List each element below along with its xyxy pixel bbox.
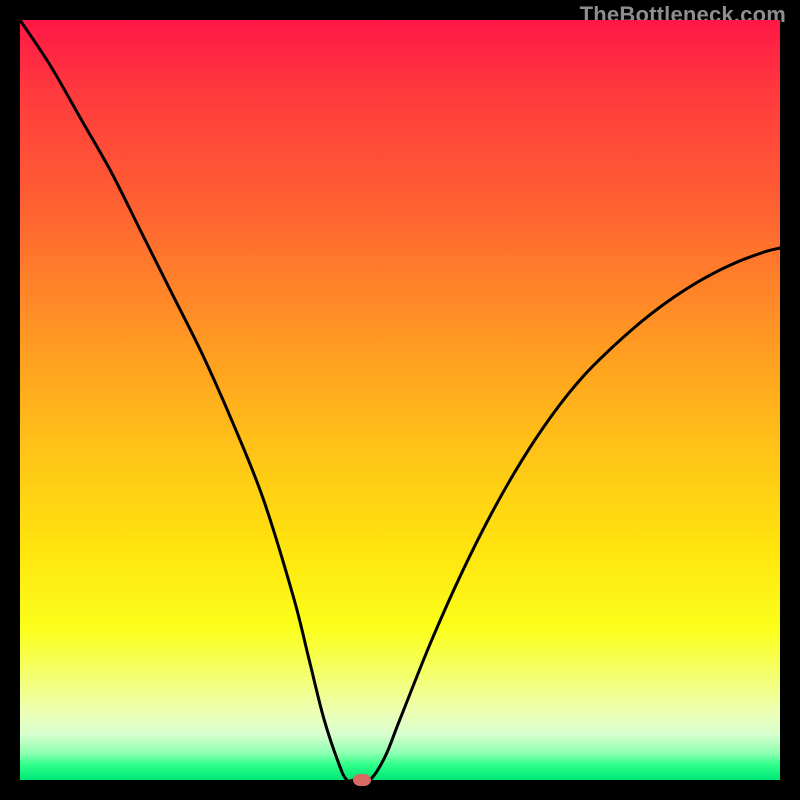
- bottleneck-curve: [20, 20, 780, 780]
- chart-frame: TheBottleneck.com: [0, 0, 800, 800]
- plot-area: [20, 20, 780, 780]
- optimal-point-marker: [353, 774, 371, 786]
